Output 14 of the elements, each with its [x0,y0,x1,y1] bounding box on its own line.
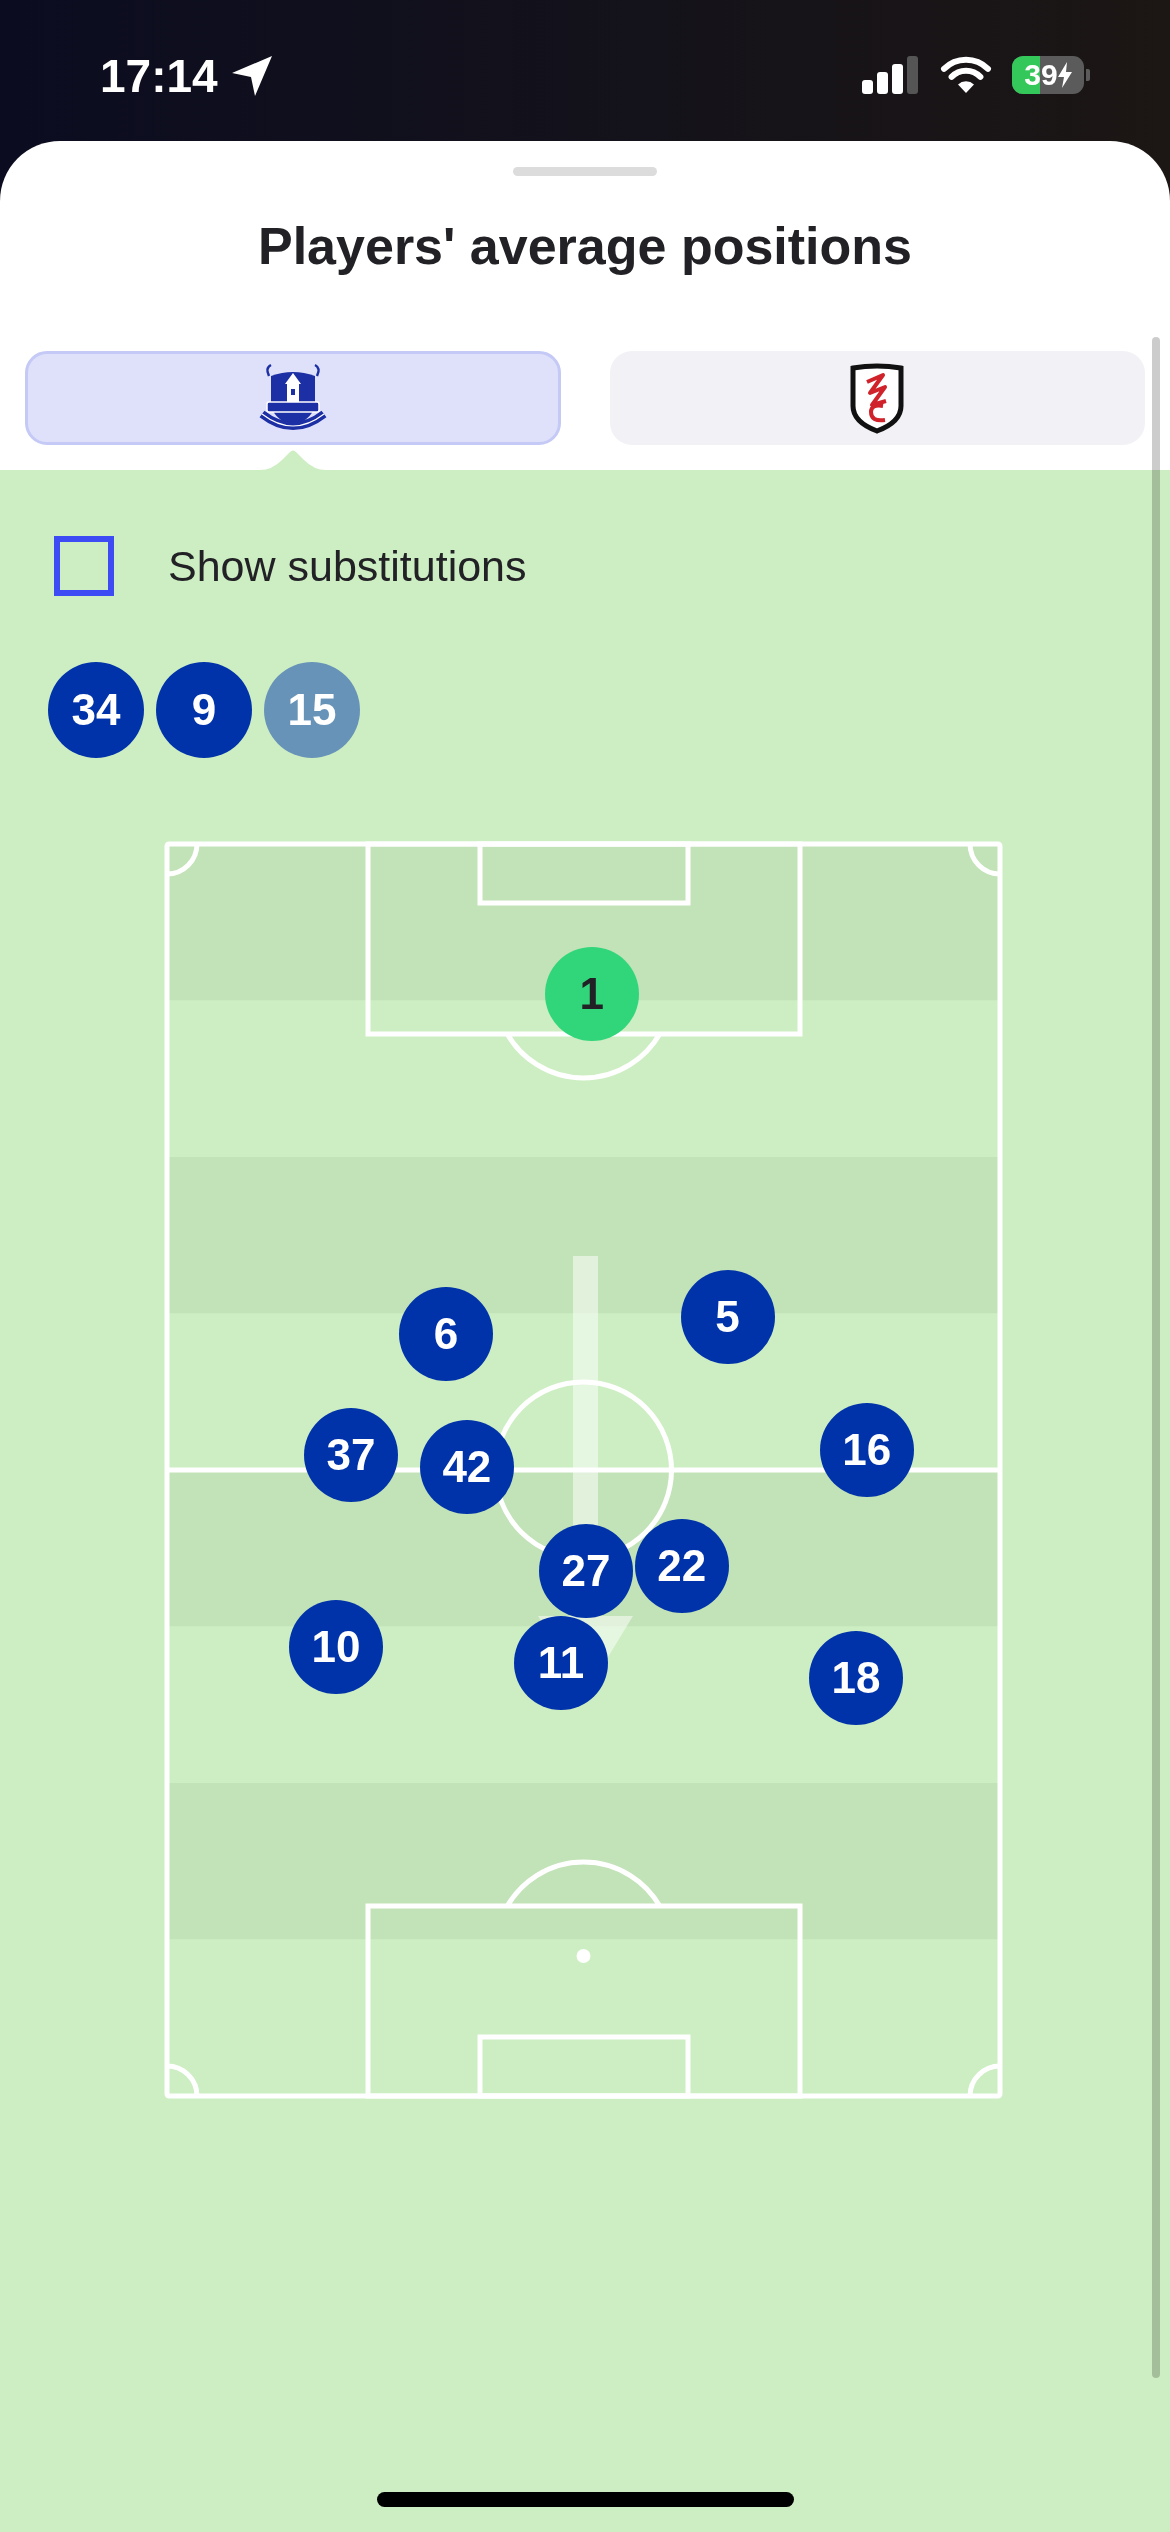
team-tab[interactable] [609,351,1145,445]
substitute-marker[interactable]: 34 [48,662,144,758]
checkbox-label: Show substitutions [168,541,527,591]
lightning-bolt-icon [1057,62,1072,88]
drag-handle[interactable] [513,167,657,176]
location-arrow-icon [231,56,272,96]
team-tab[interactable] [25,351,561,445]
status-time: 17:14 [100,50,218,102]
shield-crest-icon [849,362,906,434]
signal-bars-icon [862,56,920,94]
substitutions-checkbox[interactable] [54,536,114,596]
wifi-icon [940,56,992,94]
substitute-marker[interactable]: 9 [156,662,252,758]
sheet-title: Players' average positions [257,218,913,274]
